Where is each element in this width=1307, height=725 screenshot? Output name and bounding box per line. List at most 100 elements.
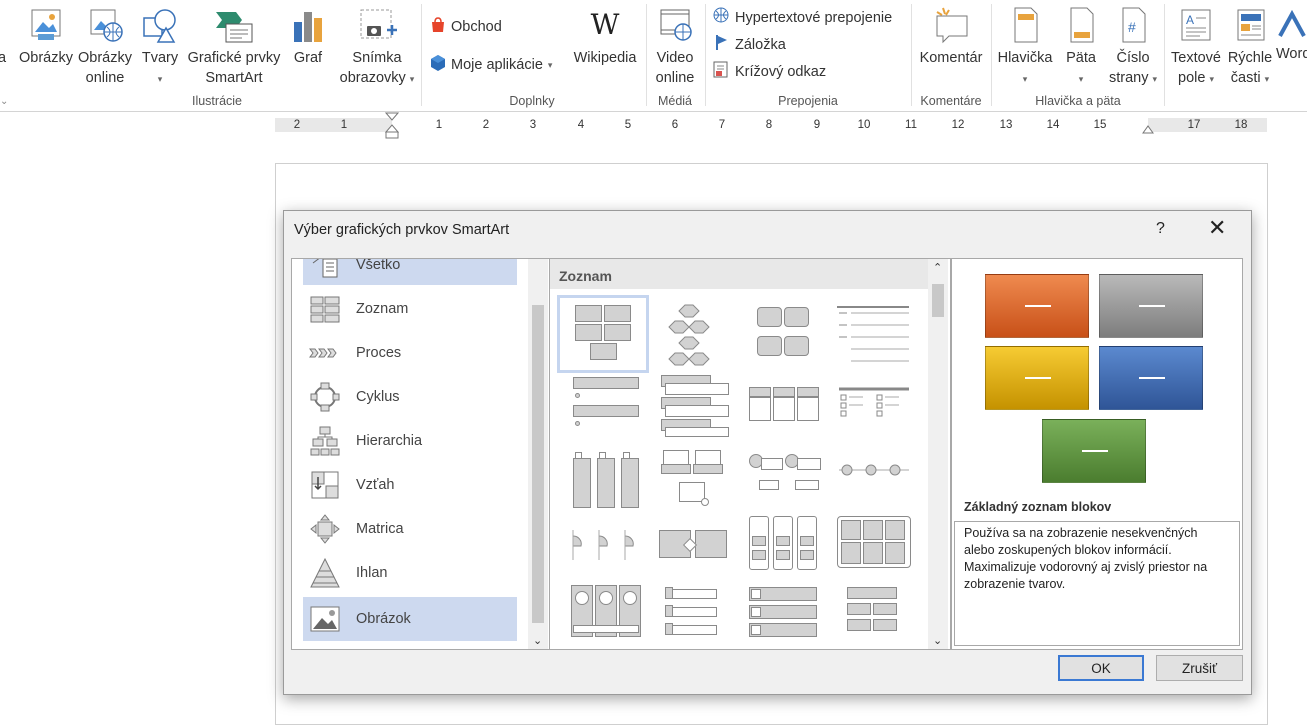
preview-block-gray xyxy=(1099,274,1203,338)
list-icon xyxy=(309,293,341,325)
smartart-button[interactable]: Grafické prvky SmartArt xyxy=(186,6,282,88)
process-icon xyxy=(309,337,341,369)
horizontal-ruler[interactable]: 2 1 1 2 3 4 5 6 7 8 9 10 11 12 13 14 15 … xyxy=(275,112,1267,139)
layout-stacked-list[interactable] xyxy=(653,373,733,439)
layout-tab-list[interactable] xyxy=(833,516,913,582)
group-label-prepojenia: Prepojenia xyxy=(778,94,838,108)
online-video-button[interactable]: Video online xyxy=(651,6,699,88)
shapes-icon xyxy=(138,6,182,44)
ruler-tick: 15 xyxy=(1093,119,1107,131)
group-separator xyxy=(991,4,992,106)
ruler-tick: 9 xyxy=(813,119,821,131)
category-hierarchia[interactable]: Hierarchia xyxy=(303,421,517,461)
group-separator xyxy=(646,4,647,106)
smartart-icon xyxy=(186,6,282,44)
layout-hexagon-cluster[interactable] xyxy=(653,301,733,367)
category-vztah[interactable]: Vzťah xyxy=(303,465,517,505)
ruler-tick: 8 xyxy=(765,119,773,131)
scrollbar-thumb[interactable] xyxy=(532,305,544,623)
ruler-tick: 7 xyxy=(718,119,726,131)
layout-basic-block-list[interactable] xyxy=(557,295,649,373)
svg-text:#: # xyxy=(1128,19,1136,35)
ruler-tick: 6 xyxy=(671,119,679,131)
screenshot-icon xyxy=(334,6,420,44)
category-matrica[interactable]: Matrica xyxy=(303,509,517,549)
layout-pie-segments[interactable] xyxy=(563,516,643,582)
wordart-icon xyxy=(1276,6,1307,44)
category-label: Vzťah xyxy=(356,477,395,493)
layout-bullet-blocks[interactable] xyxy=(653,585,733,649)
layout-circle-accent[interactable] xyxy=(653,444,733,510)
pyramid-icon xyxy=(309,557,341,589)
online-pictures-icon xyxy=(76,6,134,44)
layout-timeline-circles[interactable] xyxy=(833,444,913,510)
help-button[interactable]: ? xyxy=(1156,220,1165,238)
screenshot-button[interactable]: Snímka obrazovky ▾ xyxy=(334,6,420,89)
layout-square-grid[interactable] xyxy=(743,301,823,367)
category-cyklus[interactable]: Cyklus xyxy=(303,377,517,417)
scroll-down-arrow[interactable]: ⌄ xyxy=(933,634,942,647)
indent-marker[interactable] xyxy=(385,112,399,140)
layout-table-list[interactable] xyxy=(833,373,913,439)
hyperlink-icon xyxy=(713,7,730,28)
pictures-button[interactable]: Obrázky xyxy=(18,6,74,68)
wikipedia-button[interactable]: W Wikipedia xyxy=(570,6,640,68)
right-indent-marker[interactable] xyxy=(1142,123,1154,135)
layout-lined-list[interactable] xyxy=(833,301,913,367)
shapes-button[interactable]: Tvary ▾ xyxy=(138,6,182,89)
ribbon-group-expander[interactable]: ⌄ xyxy=(0,96,8,107)
layout-grouped-list[interactable] xyxy=(743,516,823,582)
page-number-button[interactable]: # Číslo strany ▾ xyxy=(1106,6,1160,89)
layout-circle-tabs[interactable] xyxy=(563,585,643,649)
quick-parts-button[interactable]: Rýchle časti ▾ xyxy=(1226,6,1274,89)
layout-horizontal-bullet-list[interactable] xyxy=(743,373,823,439)
layout-arrow-blocks[interactable] xyxy=(653,516,733,582)
cross-reference-button[interactable]: Krížový odkaz xyxy=(713,61,826,82)
store-button[interactable]: Obchod xyxy=(430,17,502,37)
gallery-scrollbar[interactable]: ⌃ ⌄ xyxy=(928,259,948,649)
category-proces[interactable]: Proces xyxy=(303,333,517,373)
category-vsetko[interactable]: Všetko xyxy=(303,259,517,285)
layout-circle-label-list[interactable] xyxy=(743,444,823,510)
group-separator xyxy=(705,4,706,106)
category-ihlan[interactable]: Ihlan xyxy=(303,553,517,593)
preview-block-green xyxy=(1042,419,1146,483)
category-list: Všetko Zoznam Proces Cyklus Hierarchia V… xyxy=(291,258,550,650)
ok-button[interactable]: OK xyxy=(1058,655,1144,681)
wikipedia-icon: W xyxy=(590,8,620,41)
comment-button[interactable]: Komentár xyxy=(917,6,985,68)
ribbon-edge-button[interactable]: a xyxy=(0,48,6,68)
ruler-tick: 5 xyxy=(624,119,632,131)
footer-button[interactable]: Päta ▾ xyxy=(1060,6,1102,89)
comment-icon xyxy=(917,6,985,44)
wordart-button[interactable]: Word xyxy=(1276,6,1307,64)
layout-vertical-bullet-list[interactable] xyxy=(563,373,643,439)
category-label: Obrázok xyxy=(356,611,411,627)
cancel-button[interactable]: Zrušiť xyxy=(1156,655,1243,681)
scroll-up-arrow[interactable]: ⌃ xyxy=(933,261,942,274)
layout-table-blocks[interactable] xyxy=(833,585,913,649)
ruler-tick: 1 xyxy=(340,119,348,131)
preview-block-orange xyxy=(985,274,1089,338)
scrollbar-thumb[interactable] xyxy=(932,284,944,317)
online-pictures-button[interactable]: Obrázky online xyxy=(76,6,134,88)
category-zoznam[interactable]: Zoznam xyxy=(303,289,517,329)
ruler-margin-right xyxy=(1148,118,1267,132)
chart-button[interactable]: Graf xyxy=(288,6,328,68)
category-obrazok[interactable]: Obrázok xyxy=(303,597,517,641)
bookmark-button[interactable]: Záložka xyxy=(713,34,786,55)
category-scrollbar[interactable]: ⌄ xyxy=(528,259,548,649)
store-icon xyxy=(430,17,446,37)
close-button[interactable]: ✕ xyxy=(1208,217,1226,239)
scroll-down-arrow[interactable]: ⌄ xyxy=(533,634,542,647)
hyperlink-button[interactable]: Hypertextové prepojenie xyxy=(713,7,892,28)
ruler-tick: 3 xyxy=(529,119,537,131)
ruler-tick: 18 xyxy=(1234,119,1248,131)
footer-icon xyxy=(1060,6,1102,44)
preview-block-gold xyxy=(985,346,1089,410)
text-box-button[interactable]: A Textové pole ▾ xyxy=(1168,6,1224,89)
layout-picture-blocks[interactable] xyxy=(743,585,823,649)
layout-vertical-box-list[interactable] xyxy=(563,444,643,510)
my-addins-button[interactable]: Moje aplikácie ▾ xyxy=(430,54,552,76)
header-button[interactable]: Hlavička ▾ xyxy=(996,6,1054,89)
